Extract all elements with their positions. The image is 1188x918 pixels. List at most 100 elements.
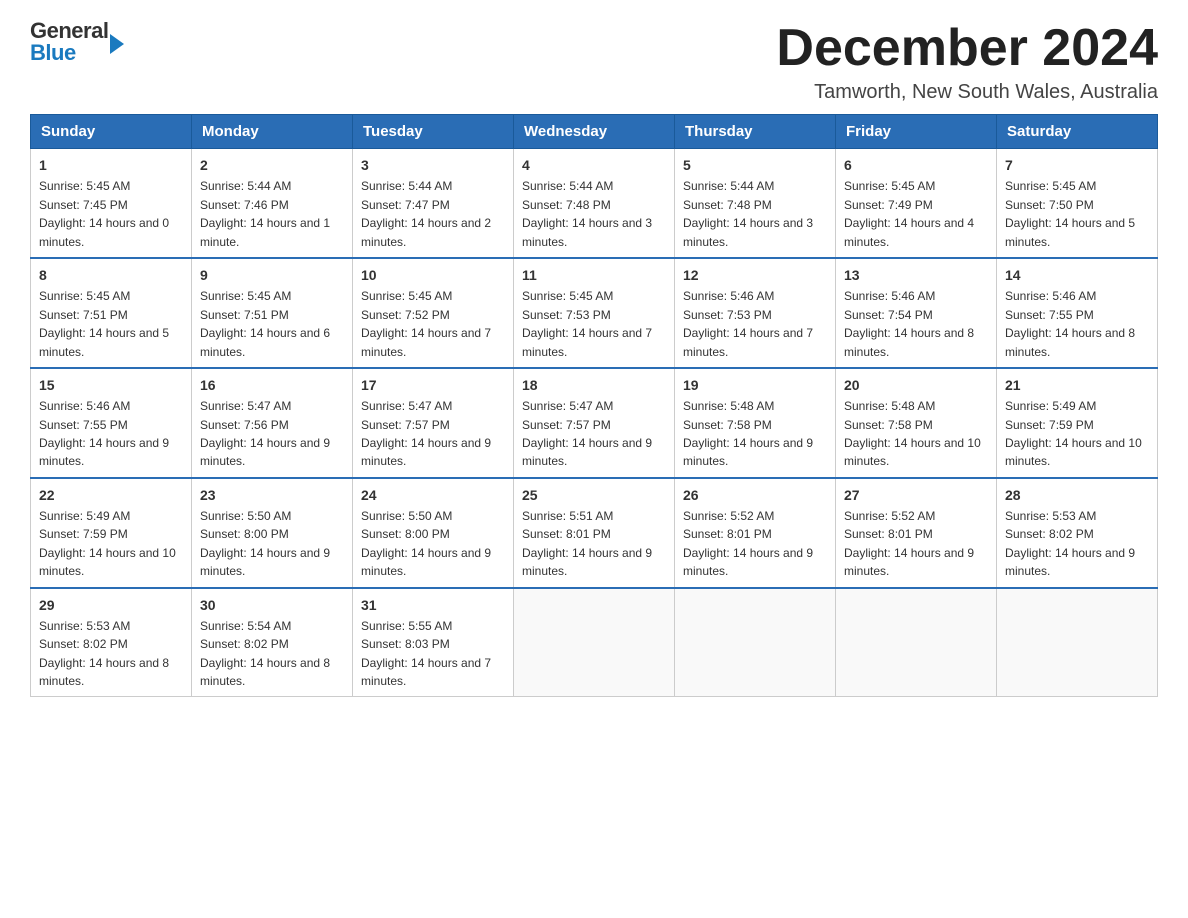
calendar-cell: 12 Sunrise: 5:46 AM Sunset: 7:53 PM Dayl… [675, 258, 836, 368]
day-sunset: Sunset: 7:53 PM [522, 308, 611, 322]
month-title: December 2024 [776, 20, 1158, 77]
day-number: 27 [844, 485, 988, 505]
day-sunset: Sunset: 7:47 PM [361, 198, 450, 212]
day-sunrise: Sunrise: 5:44 AM [361, 179, 452, 193]
day-sunrise: Sunrise: 5:47 AM [361, 399, 452, 413]
calendar-week-2: 8 Sunrise: 5:45 AM Sunset: 7:51 PM Dayli… [31, 258, 1158, 368]
day-sunrise: Sunrise: 5:44 AM [522, 179, 613, 193]
day-number: 21 [1005, 375, 1149, 395]
calendar-header-saturday: Saturday [997, 115, 1158, 149]
calendar-cell: 8 Sunrise: 5:45 AM Sunset: 7:51 PM Dayli… [31, 258, 192, 368]
day-number: 25 [522, 485, 666, 505]
day-number: 11 [522, 265, 666, 285]
calendar-cell: 25 Sunrise: 5:51 AM Sunset: 8:01 PM Dayl… [514, 478, 675, 588]
day-number: 3 [361, 155, 505, 175]
day-number: 31 [361, 595, 505, 615]
day-sunrise: Sunrise: 5:45 AM [522, 289, 613, 303]
day-sunrise: Sunrise: 5:52 AM [683, 509, 774, 523]
day-sunrise: Sunrise: 5:45 AM [844, 179, 935, 193]
day-sunset: Sunset: 7:46 PM [200, 198, 289, 212]
logo-general-text: General [30, 20, 108, 42]
calendar-cell [675, 588, 836, 697]
day-sunset: Sunset: 7:50 PM [1005, 198, 1094, 212]
day-sunset: Sunset: 7:45 PM [39, 198, 128, 212]
day-sunrise: Sunrise: 5:50 AM [200, 509, 291, 523]
day-sunset: Sunset: 7:55 PM [39, 418, 128, 432]
day-sunset: Sunset: 7:52 PM [361, 308, 450, 322]
logo-text: General Blue [30, 20, 108, 64]
calendar-cell: 15 Sunrise: 5:46 AM Sunset: 7:55 PM Dayl… [31, 368, 192, 478]
day-sunrise: Sunrise: 5:45 AM [361, 289, 452, 303]
day-sunrise: Sunrise: 5:46 AM [1005, 289, 1096, 303]
day-daylight: Daylight: 14 hours and 3 minutes. [522, 216, 652, 248]
day-sunset: Sunset: 7:57 PM [361, 418, 450, 432]
day-sunrise: Sunrise: 5:50 AM [361, 509, 452, 523]
day-number: 15 [39, 375, 183, 395]
day-sunrise: Sunrise: 5:44 AM [683, 179, 774, 193]
calendar-cell: 22 Sunrise: 5:49 AM Sunset: 7:59 PM Dayl… [31, 478, 192, 588]
page-header: General Blue December 2024 Tamworth, New… [30, 20, 1158, 104]
day-daylight: Daylight: 14 hours and 9 minutes. [683, 436, 813, 468]
day-number: 22 [39, 485, 183, 505]
day-number: 14 [1005, 265, 1149, 285]
day-number: 1 [39, 155, 183, 175]
calendar-cell: 28 Sunrise: 5:53 AM Sunset: 8:02 PM Dayl… [997, 478, 1158, 588]
day-number: 2 [200, 155, 344, 175]
day-daylight: Daylight: 14 hours and 0 minutes. [39, 216, 169, 248]
calendar-header-row: SundayMondayTuesdayWednesdayThursdayFrid… [31, 115, 1158, 149]
day-daylight: Daylight: 14 hours and 7 minutes. [361, 326, 491, 358]
day-sunrise: Sunrise: 5:49 AM [39, 509, 130, 523]
day-number: 4 [522, 155, 666, 175]
calendar-header-monday: Monday [192, 115, 353, 149]
day-sunset: Sunset: 8:01 PM [844, 527, 933, 541]
day-sunrise: Sunrise: 5:53 AM [39, 619, 130, 633]
calendar-week-1: 1 Sunrise: 5:45 AM Sunset: 7:45 PM Dayli… [31, 149, 1158, 258]
calendar-cell: 24 Sunrise: 5:50 AM Sunset: 8:00 PM Dayl… [353, 478, 514, 588]
day-sunrise: Sunrise: 5:49 AM [1005, 399, 1096, 413]
calendar-cell: 5 Sunrise: 5:44 AM Sunset: 7:48 PM Dayli… [675, 149, 836, 258]
calendar-cell: 18 Sunrise: 5:47 AM Sunset: 7:57 PM Dayl… [514, 368, 675, 478]
day-daylight: Daylight: 14 hours and 8 minutes. [39, 656, 169, 688]
day-sunrise: Sunrise: 5:46 AM [844, 289, 935, 303]
day-daylight: Daylight: 14 hours and 5 minutes. [1005, 216, 1135, 248]
calendar-header-friday: Friday [836, 115, 997, 149]
day-number: 12 [683, 265, 827, 285]
calendar-cell: 14 Sunrise: 5:46 AM Sunset: 7:55 PM Dayl… [997, 258, 1158, 368]
day-number: 17 [361, 375, 505, 395]
day-number: 6 [844, 155, 988, 175]
day-sunset: Sunset: 8:00 PM [361, 527, 450, 541]
day-daylight: Daylight: 14 hours and 8 minutes. [1005, 326, 1135, 358]
day-sunset: Sunset: 7:53 PM [683, 308, 772, 322]
day-daylight: Daylight: 14 hours and 2 minutes. [361, 216, 491, 248]
day-number: 24 [361, 485, 505, 505]
day-sunset: Sunset: 7:51 PM [200, 308, 289, 322]
calendar-week-4: 22 Sunrise: 5:49 AM Sunset: 7:59 PM Dayl… [31, 478, 1158, 588]
calendar-cell: 19 Sunrise: 5:48 AM Sunset: 7:58 PM Dayl… [675, 368, 836, 478]
calendar-week-3: 15 Sunrise: 5:46 AM Sunset: 7:55 PM Dayl… [31, 368, 1158, 478]
day-sunset: Sunset: 7:49 PM [844, 198, 933, 212]
day-daylight: Daylight: 14 hours and 9 minutes. [844, 546, 974, 578]
day-daylight: Daylight: 14 hours and 7 minutes. [522, 326, 652, 358]
day-sunset: Sunset: 8:03 PM [361, 637, 450, 651]
day-daylight: Daylight: 14 hours and 7 minutes. [361, 656, 491, 688]
day-sunrise: Sunrise: 5:54 AM [200, 619, 291, 633]
day-sunset: Sunset: 7:48 PM [683, 198, 772, 212]
day-daylight: Daylight: 14 hours and 9 minutes. [200, 436, 330, 468]
day-daylight: Daylight: 14 hours and 6 minutes. [200, 326, 330, 358]
calendar-cell: 27 Sunrise: 5:52 AM Sunset: 8:01 PM Dayl… [836, 478, 997, 588]
day-sunrise: Sunrise: 5:48 AM [683, 399, 774, 413]
day-sunset: Sunset: 7:58 PM [844, 418, 933, 432]
day-daylight: Daylight: 14 hours and 7 minutes. [683, 326, 813, 358]
day-number: 23 [200, 485, 344, 505]
calendar-cell [836, 588, 997, 697]
logo-triangle-icon [110, 34, 124, 54]
day-daylight: Daylight: 14 hours and 9 minutes. [522, 436, 652, 468]
calendar-cell: 20 Sunrise: 5:48 AM Sunset: 7:58 PM Dayl… [836, 368, 997, 478]
day-sunset: Sunset: 8:02 PM [39, 637, 128, 651]
day-sunset: Sunset: 7:54 PM [844, 308, 933, 322]
day-sunset: Sunset: 7:59 PM [39, 527, 128, 541]
day-sunset: Sunset: 7:55 PM [1005, 308, 1094, 322]
day-sunrise: Sunrise: 5:48 AM [844, 399, 935, 413]
day-daylight: Daylight: 14 hours and 9 minutes. [361, 546, 491, 578]
day-daylight: Daylight: 14 hours and 4 minutes. [844, 216, 974, 248]
